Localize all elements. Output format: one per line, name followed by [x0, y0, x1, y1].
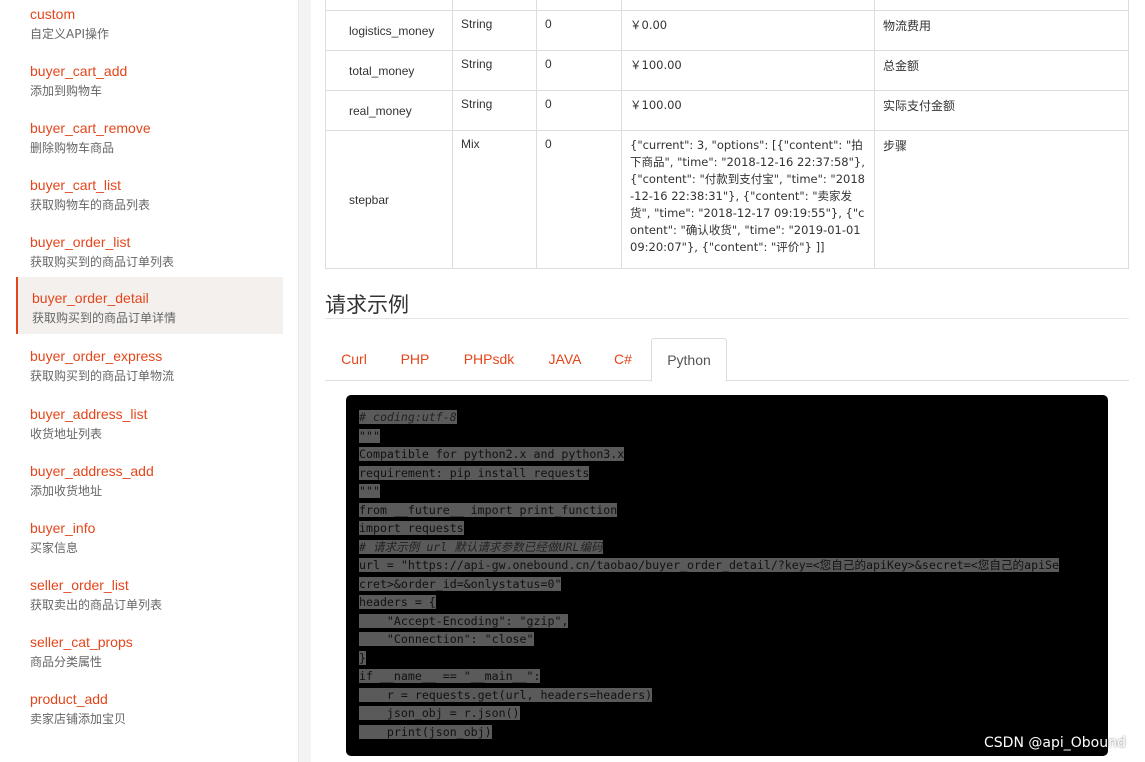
sidebar-item-desc: 添加到购物车 [30, 84, 103, 98]
sidebar-item-desc: 商品分类属性 [30, 655, 103, 669]
code-line: cret>&order_id=&onlystatus=0" [359, 576, 562, 591]
sidebar-item-desc: 买家信息 [30, 541, 79, 555]
param-example: {"current": 3, "options": [{"content": "… [621, 130, 875, 269]
watermark: CSDN @api_Obound [984, 735, 1126, 751]
sidebar-item-seller-cat-props[interactable]: seller_cat_props 商品分类属性 [16, 621, 283, 678]
tab-java[interactable]: JAVA [535, 338, 595, 381]
code-line: Compatible for python2.x and python3.x [359, 447, 625, 461]
param-required: 0 [536, 90, 622, 131]
code-line: headers = { [359, 595, 436, 609]
param-example: ￥100.00 [621, 90, 875, 131]
code-line: "Accept-Encoding": "gzip", [359, 613, 569, 628]
table-row: total_money String 0 ￥100.00 总金额 [325, 50, 1129, 91]
sidebar-item-desc: 获取卖出的商品订单列表 [30, 598, 163, 612]
sidebar: custom 自定义API操作 buyer_cart_add 添加到购物车 bu… [0, 0, 299, 762]
sidebar-item-desc: 获取购买到的商品订单物流 [30, 369, 175, 383]
tab-php[interactable]: PHP [387, 338, 443, 381]
sidebar-item-buyer-address-list[interactable]: buyer_address_list 收货地址列表 [16, 393, 283, 450]
tab-python[interactable]: Python [651, 338, 727, 382]
sidebar-item-desc: 自定义API操作 [30, 27, 109, 41]
sidebar-item-product-add[interactable]: product_add 卖家店铺添加宝贝 [16, 678, 283, 735]
sidebar-item-desc: 获取购物车的商品列表 [30, 198, 151, 212]
tab-curl[interactable]: Curl [325, 338, 383, 381]
sidebar-gutter [299, 0, 311, 762]
sidebar-item-buyer-cart-remove[interactable]: buyer_cart_remove 删除购物车商品 [16, 107, 283, 164]
param-desc: 实际支付金额 [874, 90, 1129, 131]
param-required: 0 [536, 50, 622, 91]
param-type: String [452, 10, 537, 51]
sidebar-item-api: seller_cat_props [30, 634, 133, 650]
sidebar-item-seller-order-list[interactable]: seller_order_list 获取卖出的商品订单列表 [16, 564, 283, 621]
sidebar-item-api: buyer_order_detail [32, 290, 149, 306]
sidebar-item-desc: 删除购物车商品 [30, 141, 115, 155]
param-name: logistics_money [325, 10, 453, 51]
code-block[interactable]: # coding:utf-8 """ Compatible for python… [346, 395, 1108, 756]
sidebar-item-api: buyer_cart_list [30, 177, 122, 193]
sidebar-item-buyer-address-add[interactable]: buyer_address_add 添加收货地址 [16, 450, 283, 507]
sidebar-item-buyer-order-detail[interactable]: buyer_order_detail 获取购买到的商品订单详情 [16, 277, 283, 334]
code-line: # 请求示例 url 默认请求参数已经做URL编码 [359, 539, 603, 554]
code-line: "Connection": "close" [359, 632, 534, 646]
param-example: ￥0.00 [621, 10, 875, 51]
param-name: total_money [325, 50, 453, 91]
sidebar-item-api: product_add [30, 691, 108, 707]
sidebar-item-buyer-cart-list[interactable]: buyer_cart_list 获取购物车的商品列表 [16, 164, 283, 221]
code-line: """ [359, 428, 380, 443]
code-line: if __name__ == "__main__": [359, 669, 541, 683]
param-required: 0 [536, 130, 622, 269]
param-type: String [452, 50, 537, 91]
param-name: real_money [325, 90, 453, 131]
sidebar-item-api: seller_order_list [30, 577, 129, 593]
sidebar-item-buyer-info[interactable]: buyer_info 买家信息 [16, 507, 283, 564]
code-line: json_obj = r.json() [359, 706, 520, 720]
sidebar-item-api: buyer_cart_remove [30, 120, 151, 136]
param-required: 0 [536, 10, 622, 51]
sidebar-item-buyer-order-express[interactable]: buyer_order_express 获取购买到的商品订单物流 [16, 335, 283, 392]
sidebar-item-api: buyer_order_express [30, 348, 163, 364]
param-desc: 物流费用 [874, 10, 1129, 51]
tab-phpsdk[interactable]: PHPsdk [447, 338, 531, 381]
sidebar-item-api: buyer_address_add [30, 463, 154, 479]
sidebar-item-api: buyer_cart_add [30, 63, 128, 79]
sidebar-item-desc: 添加收货地址 [30, 484, 103, 498]
sidebar-item-api: buyer_address_list [30, 406, 148, 422]
response-params-table: logistics_money String 0 ￥0.00 物流费用 tota… [325, 0, 1129, 269]
sidebar-item-desc: 收货地址列表 [30, 427, 103, 441]
code-line: url = "https://api-gw.onebound.cn/taobao… [359, 558, 1060, 572]
section-title: 请求示例 [325, 293, 409, 317]
table-row: stepbar Mix 0 {"current": 3, "options": … [325, 130, 1129, 269]
table-row [325, 0, 1129, 11]
sidebar-item-buyer-cart-add[interactable]: buyer_cart_add 添加到购物车 [16, 50, 283, 107]
code-line: } [359, 650, 366, 665]
param-desc: 步骤 [874, 130, 1129, 269]
sidebar-item-desc: 获取购买到的商品订单详情 [32, 311, 177, 325]
table-row: real_money String 0 ￥100.00 实际支付金额 [325, 90, 1129, 131]
sidebar-item-api: buyer_info [30, 520, 96, 536]
sidebar-item-custom[interactable]: custom 自定义API操作 [16, 0, 283, 50]
page: custom 自定义API操作 buyer_cart_add 添加到购物车 bu… [0, 0, 1145, 762]
code-line: # coding:utf-8 [359, 410, 457, 424]
tab-csharp[interactable]: C# [599, 338, 647, 381]
param-desc: 总金额 [874, 50, 1129, 91]
section-divider [325, 318, 1129, 319]
language-tabs: Curl PHP PHPsdk JAVA C# Python [325, 338, 1129, 382]
sidebar-item-desc: 获取购买到的商品订单列表 [30, 255, 175, 269]
code-line: """ [359, 484, 380, 498]
sidebar-item-buyer-order-list[interactable]: buyer_order_list 获取购买到的商品订单列表 [16, 221, 283, 278]
sidebar-item-desc: 卖家店铺添加宝贝 [30, 712, 127, 726]
sidebar-item-api: buyer_order_list [30, 234, 131, 250]
param-example: ￥100.00 [621, 50, 875, 91]
param-type: Mix [452, 130, 537, 269]
code-line: print(json_obj) [359, 724, 492, 739]
table-row: logistics_money String 0 ￥0.00 物流费用 [325, 10, 1129, 51]
main-content: logistics_money String 0 ￥0.00 物流费用 tota… [311, 0, 1145, 762]
param-type: String [452, 90, 537, 131]
code-line: r = requests.get(url, headers=headers) [359, 687, 653, 702]
sidebar-item-api: custom [30, 6, 76, 22]
code-line: requirement: pip install requests [359, 465, 590, 480]
param-name: stepbar [325, 130, 453, 269]
code-line: import requests [359, 521, 464, 535]
code-line: from __future__ import print_function [359, 502, 618, 517]
